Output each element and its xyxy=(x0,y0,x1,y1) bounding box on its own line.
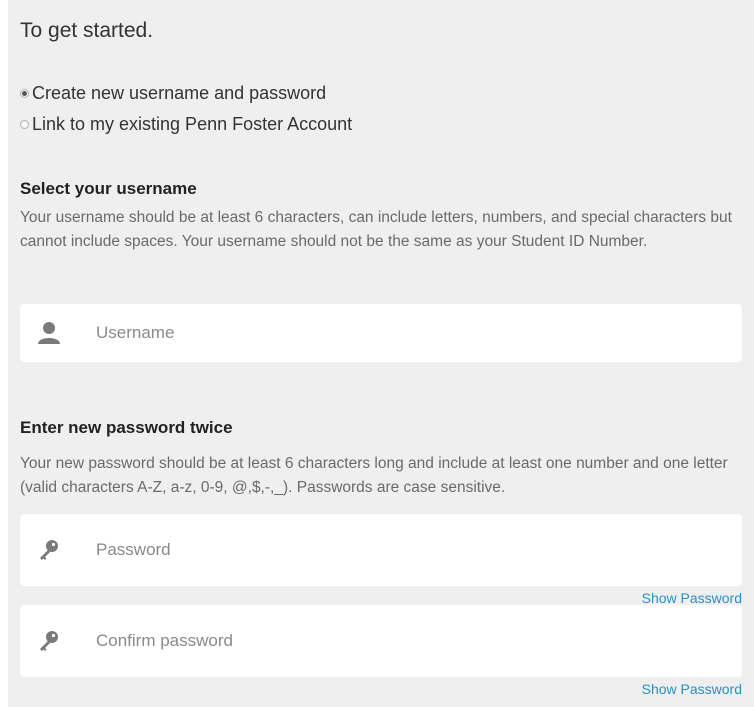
password-input[interactable] xyxy=(96,514,716,586)
link-existing-label: Link to my existing Penn Foster Account xyxy=(32,113,353,134)
key-icon xyxy=(40,631,58,651)
username-help-text: Your username should be at least 6 chara… xyxy=(20,209,732,250)
create-new-label: Create new username and password xyxy=(32,82,327,103)
option-create-new[interactable]: Create new username and password xyxy=(20,82,326,104)
create-new-radio[interactable] xyxy=(20,88,29,98)
password-help-text: Your new password should be at least 6 c… xyxy=(20,455,728,496)
signup-panel: To get started. Create new username and … xyxy=(8,0,754,707)
option-link-existing[interactable]: Link to my existing Penn Foster Account xyxy=(20,113,352,135)
password-field[interactable] xyxy=(20,514,742,586)
show-confirm-password-link[interactable]: Show Password xyxy=(642,681,742,697)
username-input[interactable] xyxy=(96,304,716,362)
confirm-password-field[interactable] xyxy=(20,605,742,677)
password-heading: Enter new password twice xyxy=(20,418,233,437)
user-icon xyxy=(38,322,60,344)
key-icon xyxy=(40,540,58,560)
link-existing-radio[interactable] xyxy=(20,119,29,129)
username-heading: Select your username xyxy=(20,179,197,198)
show-password-link[interactable]: Show Password xyxy=(642,590,742,606)
page-title: To get started. xyxy=(20,19,154,42)
username-field[interactable] xyxy=(20,304,742,362)
confirm-password-input[interactable] xyxy=(96,605,716,677)
